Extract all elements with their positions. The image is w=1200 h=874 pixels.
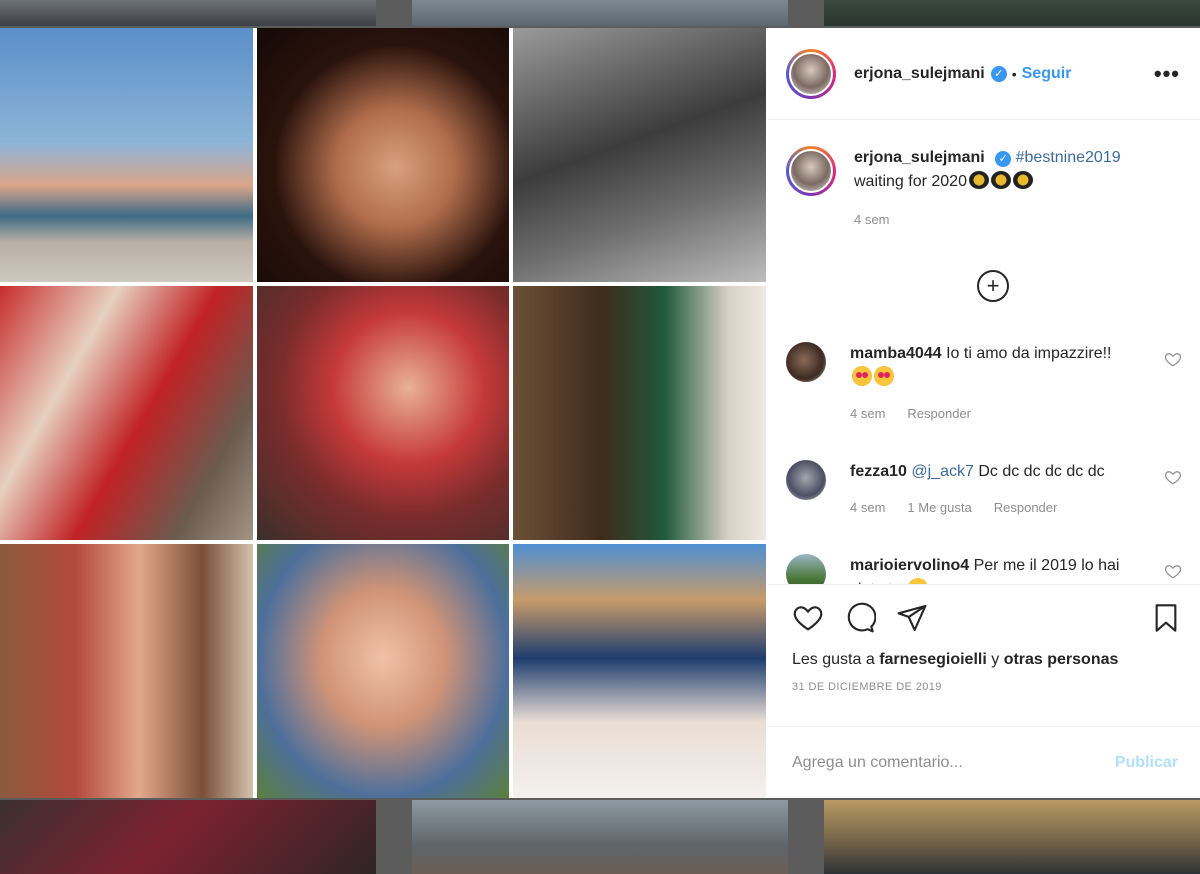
grid-photo-8 (256, 544, 510, 798)
heart-eyes-emoji-icon (852, 366, 872, 386)
comments-section[interactable]: erjona_sulejmani ✓ #bestnine2019 waiting… (768, 120, 1200, 584)
grid-photo-5 (256, 286, 510, 540)
grid-photo-7 (0, 544, 253, 798)
heart-eyes-emoji-icon (874, 366, 894, 386)
verified-icon: ✓ (990, 65, 1007, 82)
comment-like-heart-icon[interactable] (1164, 468, 1182, 486)
separator-dot: • (1011, 65, 1017, 82)
commenter-avatar[interactable] (786, 460, 826, 500)
avatar-image (789, 149, 833, 193)
likes-conjunction: y (991, 651, 1000, 668)
caption-time: 4 sem (854, 212, 890, 227)
bee-emoji-icon (968, 171, 989, 189)
grid-photo-6 (513, 286, 766, 540)
post-date: 31 DE DICIEMBRE DE 2019 (792, 681, 942, 693)
commenter-avatar[interactable] (786, 342, 826, 382)
comment-item: marioiervolino4 Per me il 2019 lo hai vi… (786, 554, 1182, 584)
comment-username[interactable]: fezza10 (850, 463, 907, 480)
comment-icon[interactable] (844, 602, 876, 634)
caption-username[interactable]: erjona_sulejmani (854, 149, 985, 166)
comment-item: mamba4044 Io ti amo da impazzire!! 4 sem… (786, 342, 1182, 426)
comment-like-heart-icon[interactable] (1164, 350, 1182, 368)
background-feed-bottom (0, 800, 1200, 874)
share-icon[interactable] (896, 602, 928, 634)
comment-username[interactable]: mamba4044 (850, 345, 942, 362)
grid-photo-3 (513, 28, 766, 282)
feed-thumbnail (0, 800, 376, 874)
post-header: erjona_sulejmani ✓ • Seguir ••• (768, 28, 1200, 120)
profile-avatar[interactable] (786, 48, 836, 99)
post-caption: erjona_sulejmani ✓ #bestnine2019 waiting… (786, 146, 1160, 232)
bee-emoji-icon (990, 171, 1011, 189)
more-icon[interactable]: ••• (1154, 61, 1180, 87)
comment-composer: Publicar (768, 726, 1200, 798)
heart-eyes-emoji-icon (908, 578, 929, 584)
comment-likes[interactable]: 1 Me gusta (907, 496, 971, 520)
reply-button[interactable]: Responder (907, 402, 971, 426)
grid-photo-9 (513, 544, 766, 798)
post-modal: erjona_sulejmani ✓ • Seguir ••• erjona_s… (0, 28, 1200, 798)
caption-text: waiting for 2020 (854, 173, 967, 190)
comment-time: 4 sem (850, 406, 886, 421)
commenter-avatar[interactable] (786, 554, 826, 584)
caption-hashtag[interactable]: #bestnine2019 (1016, 149, 1121, 166)
verified-icon: ✓ (995, 151, 1012, 167)
comment-input[interactable] (792, 753, 1115, 772)
comment-item: fezza10 @j_ack7 Dc dc dc dc dc dc 4 sem … (786, 460, 1182, 520)
likes-others-link[interactable]: otras personas (1004, 651, 1119, 668)
plus-circle-icon[interactable]: + (977, 270, 1009, 302)
feed-thumbnail (0, 0, 376, 26)
publish-button[interactable]: Publicar (1115, 754, 1178, 772)
background-feed-top (0, 0, 1200, 26)
comment-time: 4 sem (850, 500, 886, 515)
post-actions: Les gusta a farnesegioielli y otras pers… (768, 584, 1200, 726)
bee-emoji-icon (1012, 171, 1033, 189)
comment-like-heart-icon[interactable] (1164, 562, 1182, 580)
feed-thumbnail (824, 0, 1200, 26)
caption-avatar[interactable] (786, 146, 836, 196)
avatar-image (789, 51, 833, 96)
grid-photo-2 (256, 28, 510, 282)
likes-summary: Les gusta a farnesegioielli y otras pers… (792, 651, 1182, 669)
comment-username[interactable]: marioiervolino4 (850, 557, 969, 574)
comment-mention[interactable]: @j_ack7 (911, 463, 974, 480)
grid-photo-4 (0, 286, 253, 540)
comment-text: Io ti amo da impazzire!! (946, 345, 1112, 362)
feed-thumbnail (412, 800, 788, 874)
reply-button[interactable]: Responder (994, 496, 1058, 520)
follow-button[interactable]: Seguir (1022, 65, 1072, 83)
liker-username[interactable]: farnesegioielli (879, 651, 987, 668)
grid-photo-1 (0, 28, 253, 282)
bookmark-icon[interactable] (1150, 602, 1182, 634)
likes-prefix: Les gusta a (792, 651, 875, 668)
post-side-panel: erjona_sulejmani ✓ • Seguir ••• erjona_s… (768, 28, 1200, 798)
post-username[interactable]: erjona_sulejmani (854, 65, 985, 83)
post-image-grid[interactable] (0, 28, 768, 798)
comment-text: Dc dc dc dc dc dc (978, 463, 1105, 480)
heart-icon[interactable] (792, 602, 824, 634)
feed-thumbnail (824, 800, 1200, 874)
feed-thumbnail (412, 0, 788, 26)
